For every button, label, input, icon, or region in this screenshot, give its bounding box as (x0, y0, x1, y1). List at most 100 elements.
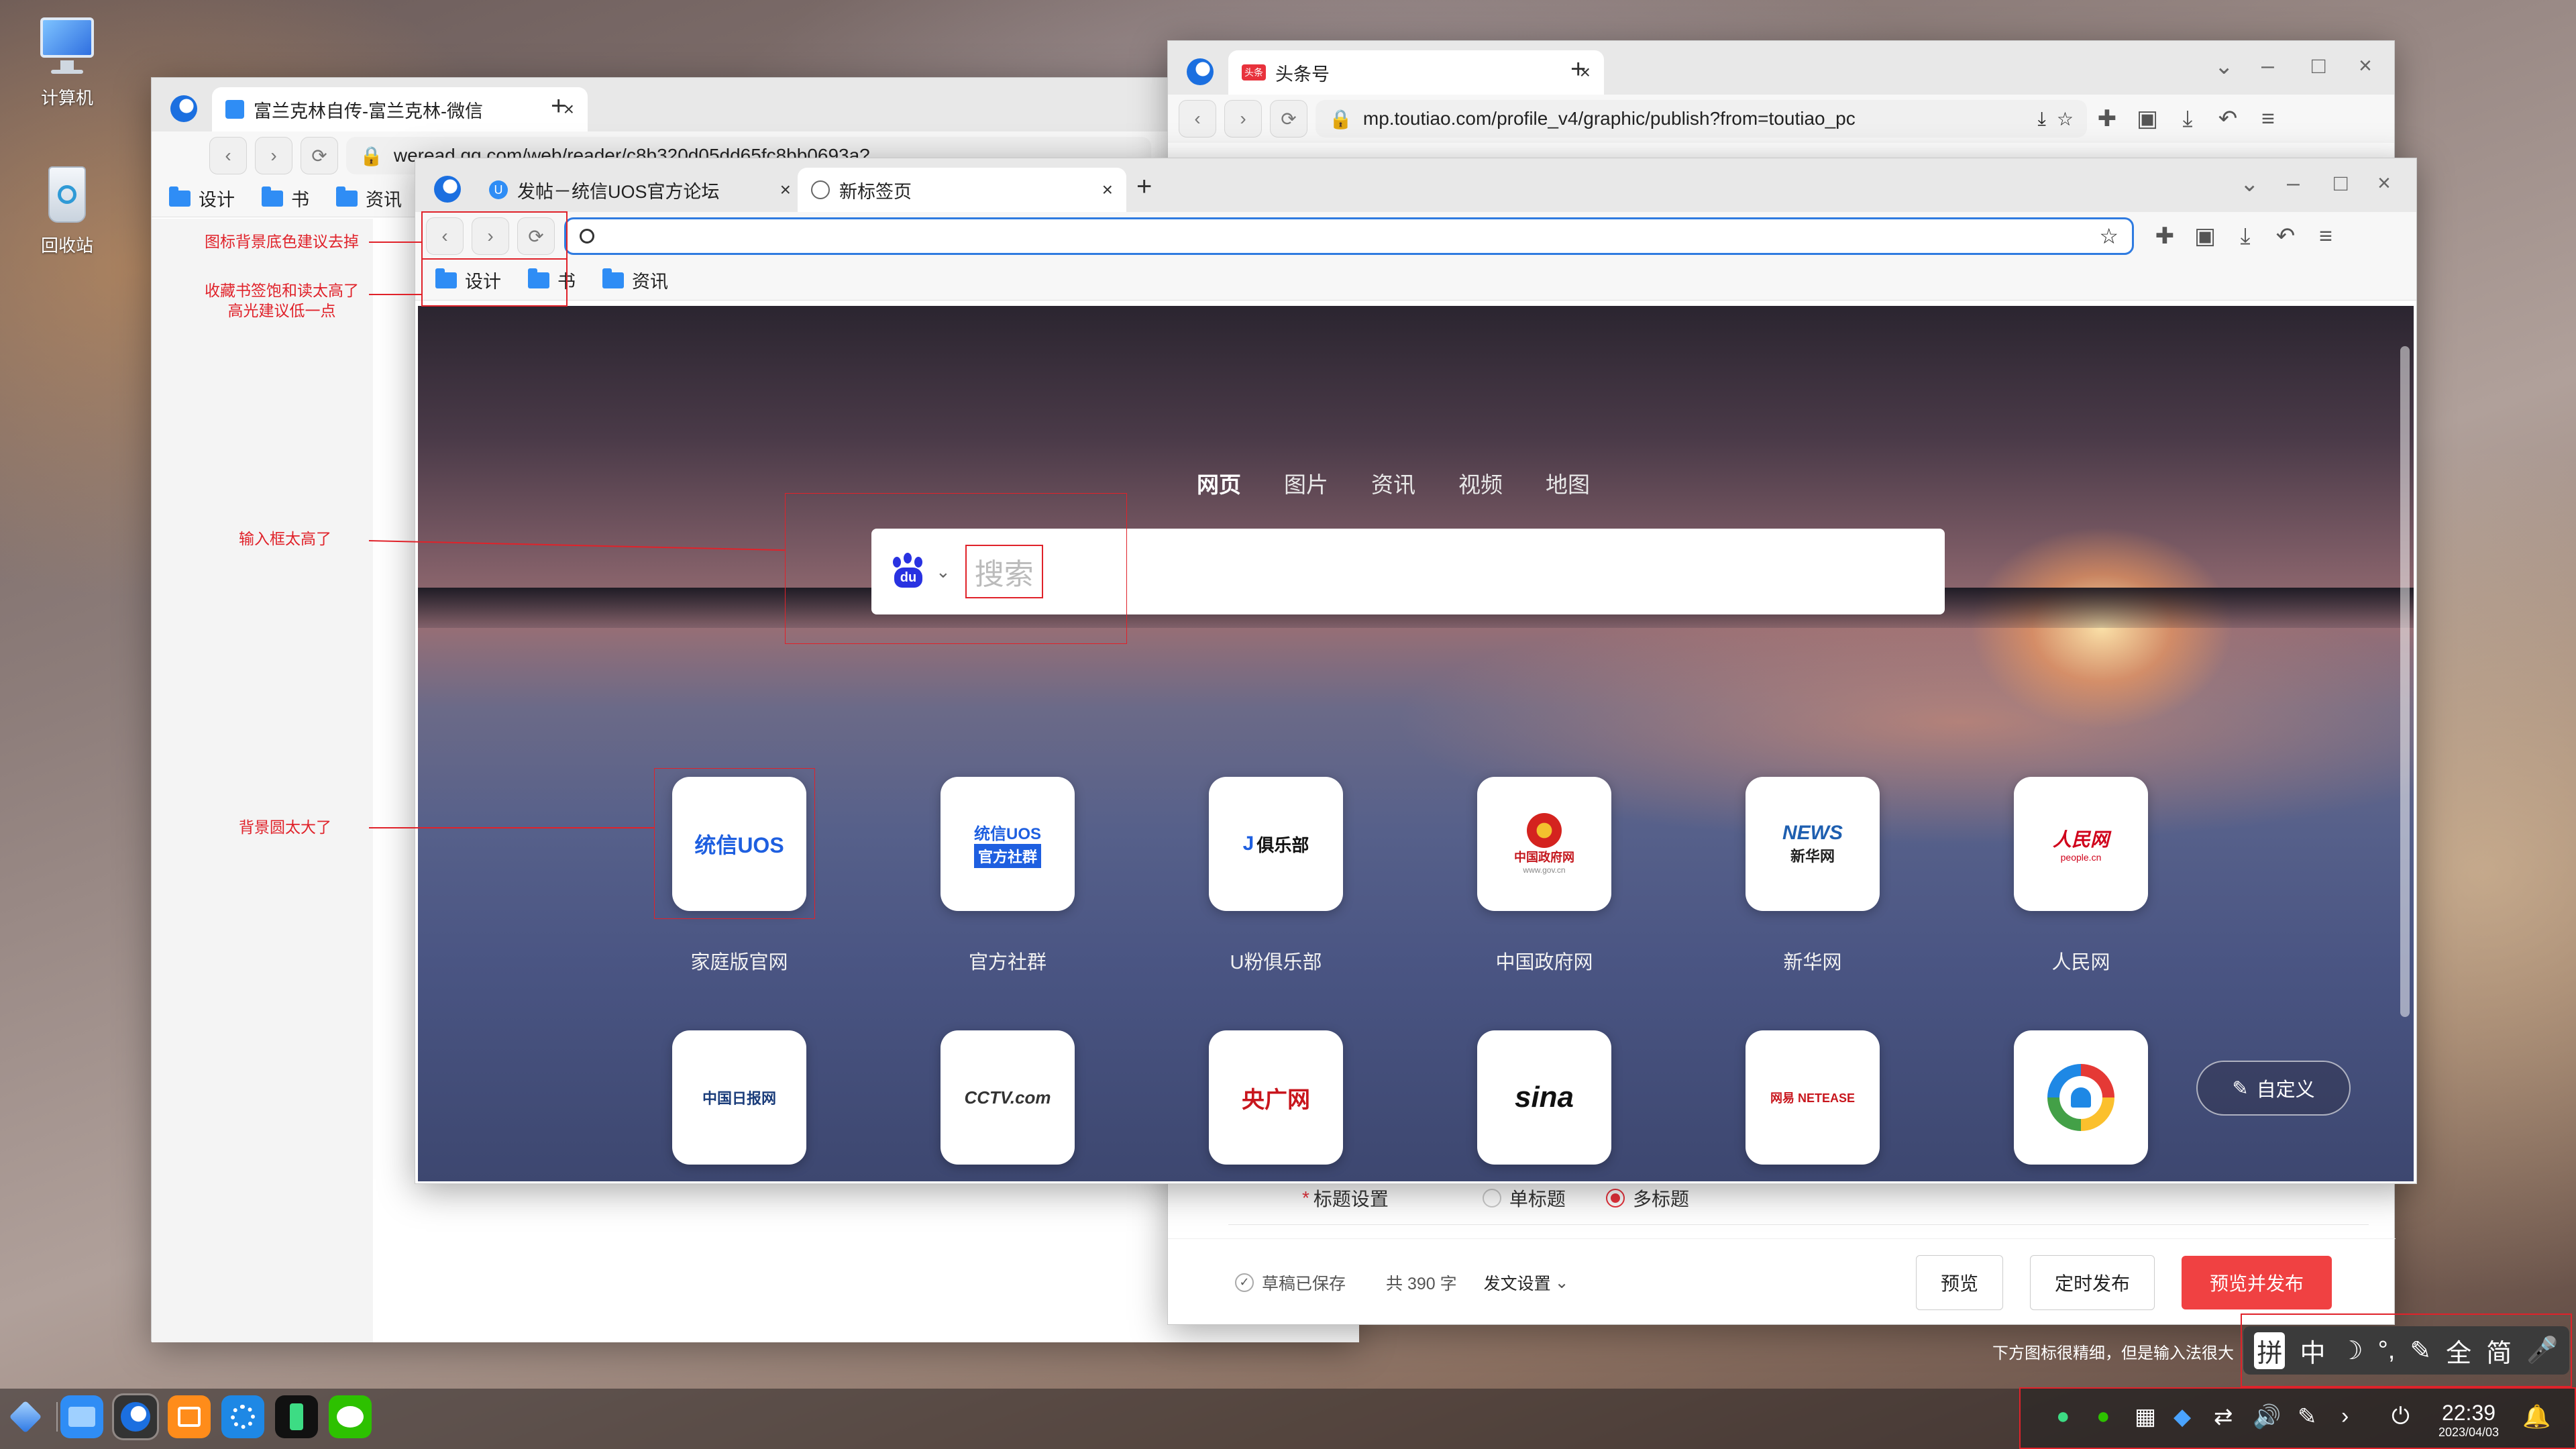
maximize-button[interactable]: □ (2334, 170, 2348, 197)
menu-icon[interactable]: ≡ (2306, 223, 2346, 250)
tile-gov-cn[interactable]: 中国政府网 www.gov.cn (1477, 777, 1611, 911)
undo-icon[interactable]: ↶ (2265, 223, 2306, 250)
tab-list-chevron-icon[interactable]: ⌄ (2214, 53, 2234, 80)
tile-sina[interactable]: sina (1477, 1030, 1611, 1165)
minimize-button[interactable]: – (2287, 170, 2300, 197)
reload-button[interactable]: ⟳ (1270, 100, 1307, 138)
bookmark-news[interactable]: 资讯 (336, 185, 402, 211)
tile-cnr[interactable]: 央广网 (1209, 1030, 1343, 1165)
close-button[interactable]: × (2359, 53, 2372, 79)
download-icon[interactable]: ⤓ (2167, 106, 2208, 132)
reload-button[interactable]: ⟳ (301, 137, 338, 174)
ime-punct-icon[interactable]: °, (2378, 1336, 2396, 1365)
close-button[interactable]: × (2377, 170, 2391, 197)
undo-icon[interactable]: ↶ (2208, 105, 2248, 132)
launcher-cube-icon[interactable] (4, 1395, 47, 1438)
ime-fullwidth-toggle[interactable]: 全 (2446, 1332, 2471, 1369)
tile-chinadaily[interactable]: 中国日报网 (672, 1030, 806, 1165)
post-settings[interactable]: 发文设置 (1484, 1271, 1551, 1295)
tile-cctv[interactable]: CCTV.com (941, 1030, 1075, 1165)
download-icon[interactable]: ⤓ (2225, 223, 2265, 250)
main-address-bar[interactable]: ☆ (564, 217, 2134, 255)
maximize-button[interactable]: □ (2312, 53, 2326, 79)
customize-button[interactable]: ✎ 自定义 (2196, 1061, 2351, 1116)
ime-moon-icon[interactable]: ☽ (2340, 1336, 2363, 1366)
tile-netease[interactable]: 网易 NETEASE (1746, 1030, 1880, 1165)
music-app-icon[interactable] (275, 1395, 318, 1438)
ime-pinyin-icon[interactable]: 拼 (2254, 1332, 2286, 1369)
power-icon[interactable]: ⏻ (2392, 1403, 2410, 1430)
right-tab-toutiao[interactable]: 头条 头条号 × (1228, 50, 1604, 95)
main-tab-new-tab[interactable]: 新标签页 × (798, 168, 1126, 212)
clock[interactable]: 22:39 2023/04/03 (2428, 1401, 2509, 1440)
scrollbar[interactable] (2400, 346, 2410, 1017)
new-tab-button[interactable]: + (551, 91, 566, 121)
minimize-button[interactable]: – (2261, 53, 2274, 79)
wechat-icon[interactable] (329, 1395, 372, 1438)
radio-single-label: 单标题 (1509, 1188, 1566, 1210)
ime-chinese-toggle[interactable]: 中 (2300, 1332, 2325, 1369)
preview-and-publish-button[interactable]: 预览并发布 (2181, 1255, 2332, 1309)
folder-icon (336, 186, 358, 207)
search-tab-images[interactable]: 图片 (1284, 467, 1328, 499)
forward-button[interactable]: › (255, 137, 292, 174)
settings-gear-icon[interactable] (221, 1395, 264, 1438)
tab-close-icon[interactable]: × (1102, 179, 1113, 201)
tile-xinhua[interactable]: NEWS 新华网 (1746, 777, 1880, 911)
file-manager-icon[interactable] (60, 1395, 103, 1438)
tray-green-app-icon[interactable]: ● (2096, 1403, 2110, 1430)
tray-transfer-icon[interactable]: ⇄ (2214, 1403, 2233, 1430)
ime-toolbar: 拼 中 ☽ °, ✎ 全 简 🎤 (2241, 1313, 2572, 1387)
bookmark-star-icon[interactable]: ☆ (2099, 223, 2118, 249)
tile-ufan-club[interactable]: J 俱乐部 (1209, 777, 1343, 911)
desktop-icon-recycle-bin[interactable]: 回收站 (13, 161, 121, 257)
search-tab-web[interactable]: 网页 (1197, 467, 1241, 499)
chinadaily-logo: 中国日报网 (702, 1090, 776, 1107)
uos-logo-top: 统信UOS (973, 824, 1041, 843)
schedule-publish-button[interactable]: 定时发布 (2029, 1254, 2155, 1310)
bookmark-star-icon[interactable]: ☆ (2057, 108, 2074, 130)
tab-list-chevron-icon[interactable]: ⌄ (2240, 170, 2259, 197)
archive-icon[interactable]: ▣ (2127, 105, 2167, 132)
ime-simplified-toggle[interactable]: 简 (2486, 1332, 2512, 1369)
notification-bell-icon[interactable]: 🔔 (2522, 1403, 2551, 1430)
ime-microphone-icon[interactable]: 🎤 (2526, 1336, 2558, 1365)
tray-wechat-icon[interactable]: ● (2056, 1403, 2070, 1430)
ime-pen-icon[interactable]: ✎ (2410, 1336, 2431, 1366)
globe-icon (811, 180, 830, 199)
browser-taskbar-icon[interactable] (112, 1393, 159, 1440)
search-tab-map[interactable]: 地图 (1546, 467, 1590, 499)
bookmark-books[interactable]: 书 (262, 185, 309, 211)
forward-button[interactable]: › (1224, 100, 1262, 138)
app-store-icon[interactable] (168, 1395, 211, 1438)
right-address-bar[interactable]: 🔒 mp.toutiao.com/profile_v4/graphic/publ… (1316, 100, 2087, 138)
back-button[interactable]: ‹ (209, 137, 247, 174)
tray-chevron-icon[interactable]: › (2341, 1403, 2349, 1430)
tray-volume-icon[interactable]: 🔊 (2253, 1403, 2281, 1430)
tile-people[interactable]: 人民网 people.cn (2014, 777, 2148, 911)
menu-icon[interactable]: ≡ (2248, 106, 2288, 132)
tab-close-icon[interactable]: × (780, 179, 791, 201)
tray-game-icon[interactable]: ▦ (2135, 1403, 2156, 1430)
back-button[interactable]: ‹ (1179, 100, 1216, 138)
radio-single[interactable] (1482, 1188, 1501, 1208)
new-tab-button[interactable]: + (1136, 172, 1152, 202)
install-icon[interactable]: ⤓ (2038, 108, 2046, 130)
tray-store-icon[interactable]: ◆ (2174, 1403, 2191, 1430)
tile-official-community[interactable]: 统信UOS 官方社群 (941, 777, 1075, 911)
left-tab-weread[interactable]: 富兰克林自传-富兰克林-微信 × (212, 87, 588, 131)
extensions-icon[interactable]: ✚ (2087, 105, 2127, 132)
bookmark-design[interactable]: 设计 (169, 185, 235, 211)
search-tab-news[interactable]: 资讯 (1371, 467, 1415, 499)
bookmark-news[interactable]: 资讯 (602, 267, 668, 293)
main-tab-uos-forum[interactable]: U 发帖－统信UOS官方论坛 × (476, 168, 804, 212)
preview-button[interactable]: 预览 (1915, 1254, 2003, 1310)
tile-app-ring[interactable] (2014, 1030, 2148, 1165)
desktop-icon-computer[interactable]: 计算机 (13, 13, 121, 109)
radio-multi[interactable] (1605, 1188, 1625, 1208)
archive-icon[interactable]: ▣ (2185, 223, 2225, 250)
search-tab-video[interactable]: 视频 (1458, 467, 1503, 499)
tray-pen-icon[interactable]: ✎ (2298, 1403, 2317, 1430)
extensions-icon[interactable]: ✚ (2145, 223, 2185, 250)
new-tab-button[interactable]: + (1570, 54, 1586, 85)
